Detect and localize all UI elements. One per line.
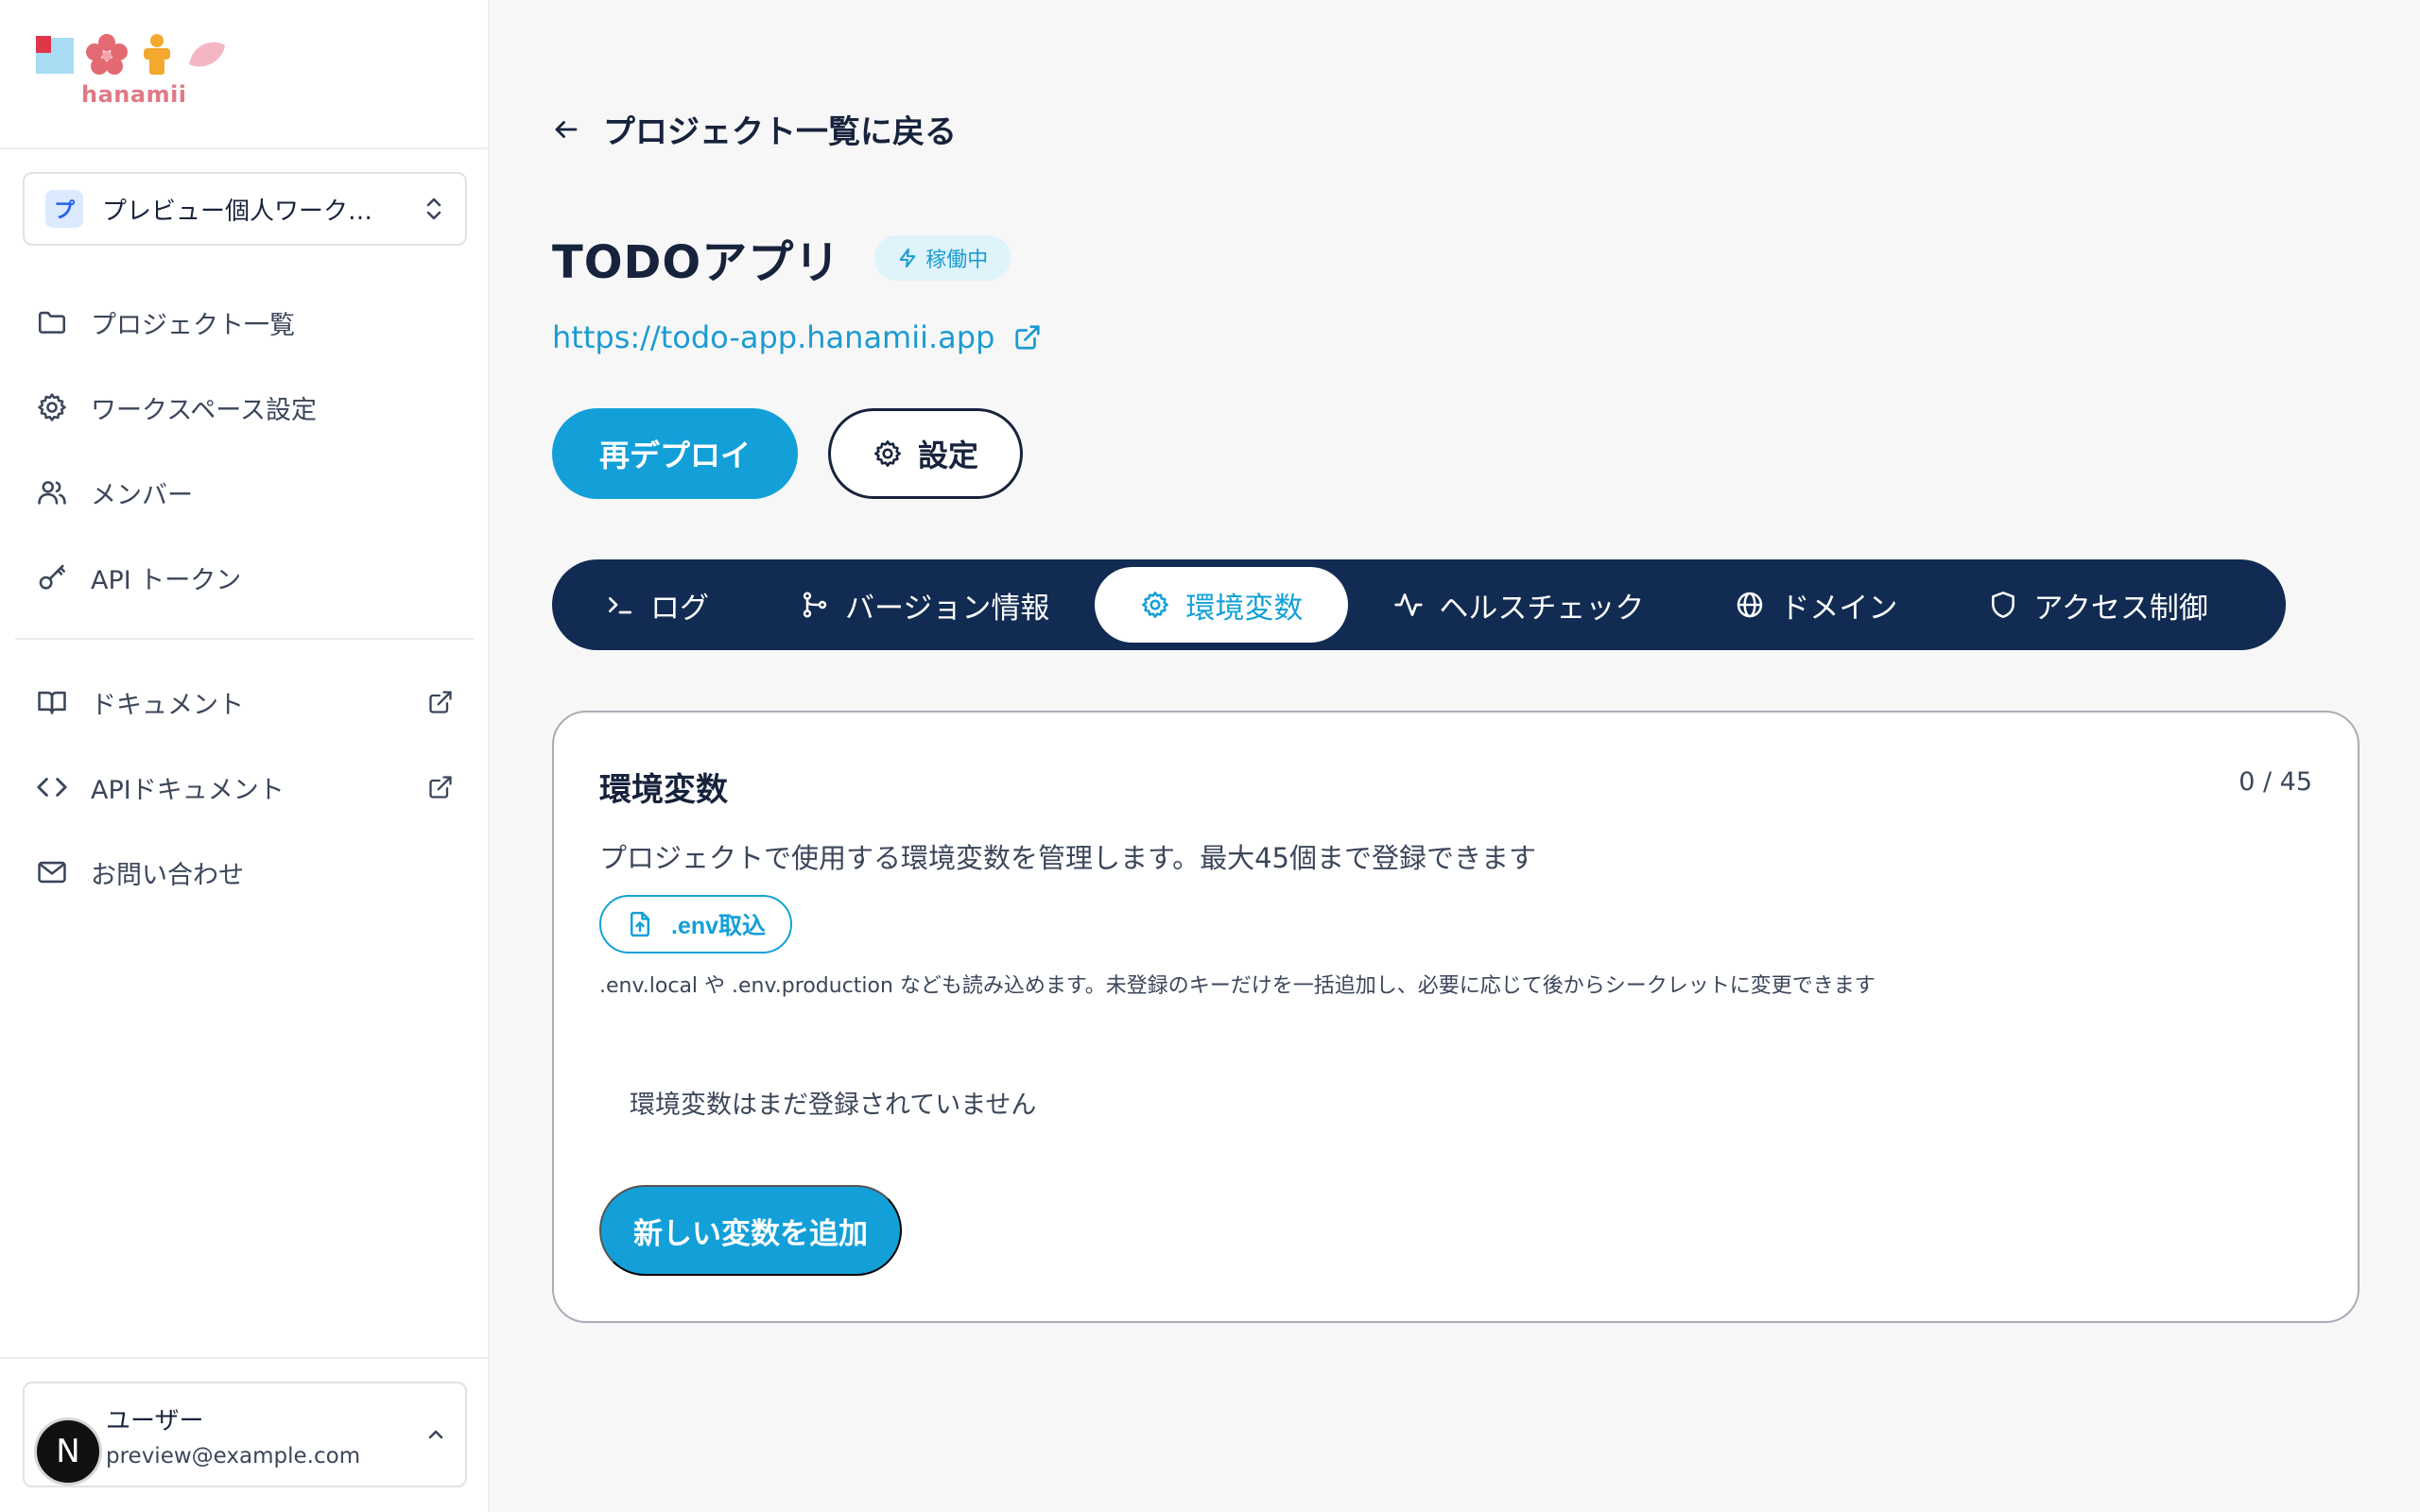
status-label: 稼働中 [925, 249, 989, 272]
app-url: https://todo-app.hanamii.app [552, 319, 995, 355]
tab-health-check[interactable]: ヘルスチェック [1348, 567, 1689, 643]
divider [15, 638, 475, 640]
tab-access-control[interactable]: アクセス制御 [1943, 567, 2253, 643]
external-link-icon [1013, 323, 1042, 352]
workspace-name: プレビュー個人ワーク… [102, 197, 373, 226]
user-name: ユーザー [106, 1406, 204, 1435]
user-info: ユーザー preview@example.com [106, 1401, 425, 1469]
mail-icon [36, 856, 68, 888]
sidebar-item-projects[interactable]: プロジェクト一覧 [15, 280, 475, 365]
sidebar-item-members[interactable]: メンバー [15, 450, 475, 535]
logo-flower-icon [86, 34, 128, 75]
tab-label: バージョン情報 [845, 591, 1050, 626]
code-icon [36, 771, 68, 803]
chevron-up-down-icon [424, 196, 444, 222]
file-upload-icon [626, 910, 654, 938]
book-icon [36, 686, 68, 718]
import-help-text: .env.local や .env.production なども読み込めます。未… [599, 974, 1876, 998]
external-link-icon [427, 689, 454, 715]
import-env-label: .env取込 [671, 913, 767, 939]
workspace-switcher[interactable]: プ プレビュー個人ワーク… [23, 172, 467, 246]
brand-logo[interactable]: hanamii [34, 32, 233, 113]
avatar: N [34, 1418, 102, 1486]
env-count: 0 / 45 [2238, 767, 2312, 797]
lightning-icon [897, 248, 918, 268]
logo-petal-icon [189, 42, 225, 67]
chevron-up-icon [425, 1424, 446, 1445]
tab-label: 環境変数 [1185, 591, 1304, 626]
git-branch-icon [800, 590, 830, 620]
sidebar-item-label: ワークスペース設定 [91, 395, 317, 425]
sidebar-item-label: プロジェクト一覧 [91, 310, 295, 340]
sidebar-item-label: メンバー [91, 480, 193, 510]
users-icon [36, 476, 68, 508]
tab-versions[interactable]: バージョン情報 [754, 567, 1095, 643]
import-env-button[interactable]: .env取込 [599, 895, 793, 954]
card-description: プロジェクトで使用する環境変数を管理します。最大45個まで登録できます [599, 842, 1537, 874]
brand-name: hanamii [81, 81, 187, 108]
title-row: TODOアプリ 稼働中 [552, 225, 1011, 291]
sidebar-item-api-docs[interactable]: APIドキュメント [15, 745, 475, 830]
gear-icon [1140, 590, 1170, 620]
sidebar-item-workspace-settings[interactable]: ワークスペース設定 [15, 365, 475, 450]
main-content: プロジェクト一覧に戻る TODOアプリ 稼働中 https://todo-app… [552, 0, 2360, 1512]
terminal-icon [605, 590, 635, 620]
logo-marks [34, 32, 233, 77]
action-buttons: 再デプロイ 設定 [552, 408, 1024, 499]
tab-label: アクセス制御 [2033, 591, 2208, 626]
page-title: TODOアプリ [552, 236, 841, 289]
tab-label: ログ [650, 591, 709, 626]
gear-icon [873, 438, 903, 469]
status-badge: 稼働中 [874, 235, 1011, 281]
env-vars-card: 環境変数 0 / 45 プロジェクトで使用する環境変数を管理します。最大45個ま… [552, 711, 2360, 1323]
sidebar: hanamii プ プレビュー個人ワーク… プロジェクト一覧 ワークスペース設定… [0, 0, 490, 1512]
tab-label: ヘルスチェック [1439, 591, 1645, 626]
back-to-projects-link[interactable]: プロジェクト一覧に戻る [552, 106, 957, 152]
back-link-label: プロジェクト一覧に戻る [603, 113, 957, 151]
redeploy-button[interactable]: 再デプロイ [552, 408, 799, 499]
user-menu[interactable]: N ユーザー preview@example.com [23, 1382, 467, 1487]
sidebar-item-label: お問い合わせ [91, 860, 244, 890]
workspace-avatar: プ [45, 190, 83, 228]
sidebar-nav: プロジェクト一覧 ワークスペース設定 メンバー API トークン [15, 280, 475, 620]
sidebar-item-label: API トークン [91, 565, 242, 595]
sidebar-item-docs[interactable]: ドキュメント [15, 660, 475, 745]
sidebar-item-contact[interactable]: お問い合わせ [15, 830, 475, 915]
logo-figure-icon [144, 34, 170, 75]
tab-env-vars[interactable]: 環境変数 [1095, 567, 1349, 643]
external-link-icon [427, 774, 454, 800]
tab-label: ドメイン [1780, 591, 1898, 626]
sidebar-item-api-tokens[interactable]: API トークン [15, 535, 475, 620]
add-variable-button[interactable]: 新しい変数を追加 [599, 1185, 902, 1276]
activity-icon [1393, 590, 1424, 620]
divider [0, 147, 488, 149]
gear-icon [36, 391, 68, 423]
shield-icon [1988, 590, 2018, 620]
sidebar-item-label: ドキュメント [91, 690, 244, 720]
divider [0, 1357, 488, 1359]
key-icon [36, 561, 68, 593]
folder-icon [36, 306, 68, 338]
tab-domains[interactable]: ドメイン [1689, 567, 1943, 643]
globe-icon [1735, 590, 1765, 620]
settings-button[interactable]: 設定 [828, 408, 1024, 499]
user-email: preview@example.com [106, 1443, 361, 1469]
settings-button-label: 設定 [918, 438, 979, 472]
logo-square-icon [36, 36, 74, 74]
sidebar-links: ドキュメント APIドキュメント お問い合わせ [15, 660, 475, 915]
arrow-left-icon [552, 115, 580, 144]
card-title: 環境変数 [599, 771, 728, 809]
tab-logs[interactable]: ログ [560, 567, 754, 643]
app-url-link[interactable]: https://todo-app.hanamii.app [552, 319, 1042, 355]
sidebar-item-label: APIドキュメント [91, 775, 285, 805]
project-tabs: ログ バージョン情報 環境変数 ヘルスチェック ドメイン アクセス制御 [552, 559, 2286, 650]
empty-state-text: 環境変数はまだ登録されていません [630, 1091, 1037, 1120]
